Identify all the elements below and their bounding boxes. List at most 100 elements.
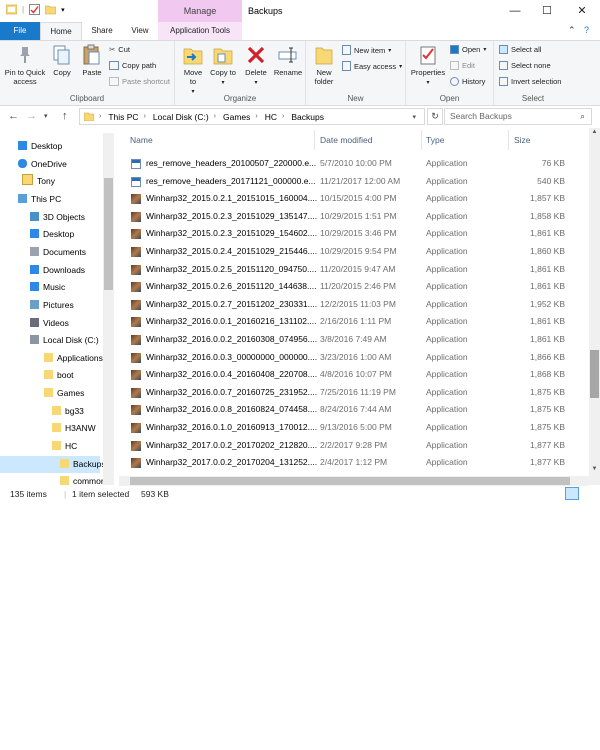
tab-share[interactable]: Share (84, 22, 120, 40)
breadcrumb-hc[interactable]: HC (265, 112, 277, 122)
column-divider[interactable] (508, 130, 509, 150)
file-row[interactable]: res_remove_headers_20100507_220000.e... 5… (127, 155, 589, 173)
sidebar-item-local-disk-c[interactable]: Local Disk (C:) (0, 332, 115, 349)
maximize-icon[interactable]: ☐ (530, 0, 564, 22)
select-all-button[interactable]: Select all (499, 45, 541, 54)
column-header-size[interactable]: Size (514, 128, 531, 152)
tab-view[interactable]: View (122, 22, 158, 40)
recent-locations-icon[interactable]: ▾ (44, 112, 48, 120)
refresh-icon[interactable]: ↻ (427, 108, 443, 125)
sidebar-item-hc[interactable]: HC (0, 438, 115, 455)
file-row[interactable]: Winharp32_2015.0.2.5_20151120_094750....… (127, 261, 589, 279)
file-row[interactable]: Winharp32_2016.0.1.0_20160913_170012....… (127, 419, 589, 437)
column-divider[interactable] (314, 130, 315, 150)
file-row[interactable]: Winharp32_2015.0.2.3_20151029_135147....… (127, 208, 589, 226)
properties-check-icon[interactable] (29, 4, 41, 15)
breadcrumb-local-disk[interactable]: Local Disk (C:) (153, 112, 209, 122)
navigation-scroll-thumb[interactable] (104, 178, 113, 290)
search-input[interactable]: Search Backups ⌕ (444, 108, 592, 125)
manage-context-tab[interactable]: Manage (158, 0, 242, 22)
file-row[interactable]: Winharp32_2015.0.2.4_20151029_215446....… (127, 243, 589, 261)
sidebar-item-boot[interactable]: boot (0, 367, 115, 384)
new-item-button[interactable]: New item ▾ (342, 45, 391, 55)
paste-button[interactable]: Paste (79, 44, 105, 77)
copy-button[interactable]: Copy (49, 44, 75, 77)
tab-home[interactable]: Home (40, 22, 82, 40)
delete-button[interactable]: Delete ▾ (243, 44, 269, 88)
breadcrumb-backups[interactable]: Backups (291, 112, 324, 122)
cut-button[interactable]: ✂ Cut (109, 45, 130, 54)
address-dropdown-icon[interactable]: ▾ (412, 113, 416, 121)
sidebar-item-backups[interactable]: Backups (0, 455, 106, 473)
rename-button[interactable]: Rename (273, 44, 303, 77)
file-row[interactable]: Winharp32_2015.0.2.1_20151015_160004....… (127, 190, 589, 208)
file-row[interactable]: Winharp32_2016.0.0.8_20160824_074458....… (127, 401, 589, 419)
open-button[interactable]: Open ▾ (450, 45, 486, 54)
new-folder-button[interactable]: New folder (310, 44, 338, 86)
sidebar-item-downloads[interactable]: Downloads (0, 262, 115, 279)
file-row[interactable]: res_remove_headers_20171121_000000.e... 1… (127, 173, 589, 191)
file-row[interactable]: Winharp32_2017.0.0.2_20170204_131252....… (127, 454, 589, 472)
file-row[interactable]: Winharp32_2016.0.0.3_00000000_000000....… (127, 349, 589, 367)
new-folder-quick-icon[interactable] (45, 4, 57, 15)
paste-shortcut-button[interactable]: Paste shortcut (109, 77, 170, 86)
file-row[interactable]: Winharp32_2016.0.0.7_20160725_231952....… (127, 384, 589, 402)
sidebar-item-music[interactable]: Music (0, 279, 115, 296)
file-row[interactable]: Winharp32_2015.0.2.6_20151120_144638....… (127, 278, 589, 296)
sidebar-item-desktop[interactable]: Desktop (0, 226, 115, 243)
sidebar-item-applications[interactable]: Applications (0, 350, 115, 367)
large-icons-view-icon[interactable] (581, 487, 595, 500)
sidebar-item-tony[interactable]: Tony (0, 173, 115, 190)
tab-application-tools[interactable]: Application Tools (158, 22, 242, 40)
copy-path-button[interactable]: Copy path (109, 61, 156, 70)
sidebar-item-this-pc[interactable]: This PC (0, 191, 115, 208)
close-icon[interactable]: ✕ (565, 0, 599, 22)
scroll-down-arrow-icon[interactable]: ▼ (589, 466, 600, 476)
sidebar-item-pictures[interactable]: Pictures (0, 297, 115, 314)
file-list-scroll-thumb[interactable] (590, 350, 599, 398)
pin-to-quick-access-button[interactable]: Pin to Quick access (3, 44, 47, 86)
help-icon[interactable]: ? (584, 25, 589, 35)
forward-arrow-icon[interactable]: → (26, 110, 37, 122)
tab-file[interactable]: File (0, 22, 40, 40)
minimize-icon[interactable]: — (498, 0, 532, 22)
invert-selection-button[interactable]: Invert selection (499, 77, 561, 86)
history-button[interactable]: History (450, 77, 485, 86)
up-arrow-icon[interactable]: ↑ (62, 110, 68, 122)
sidebar-item-h3anw[interactable]: H3ANW (0, 420, 115, 437)
sidebar-item-videos[interactable]: Videos (0, 315, 115, 332)
horizontal-scroll-thumb[interactable] (130, 477, 570, 485)
back-arrow-icon[interactable]: ← (8, 110, 19, 122)
file-list-scrollbar[interactable] (589, 128, 600, 485)
sidebar-item-commond[interactable]: commond (0, 473, 115, 485)
collapse-ribbon-icon[interactable]: ⌃ (568, 25, 576, 36)
copy-to-button[interactable]: Copy to ▾ (210, 44, 236, 88)
easy-access-button[interactable]: Easy access ▾ (342, 61, 402, 71)
breadcrumb-games[interactable]: Games (223, 112, 250, 122)
breadcrumb-this-pc[interactable]: This PC (108, 112, 138, 122)
column-header-name[interactable]: Name (130, 128, 153, 152)
file-row[interactable]: Winharp32_2016.0.0.2_20160308_074956....… (127, 331, 589, 349)
sidebar-item-onedrive[interactable]: OneDrive (0, 156, 115, 173)
sidebar-item-bg33[interactable]: bg33 (0, 403, 115, 420)
sidebar-item-documents[interactable]: Documents (0, 244, 115, 261)
column-header-date[interactable]: Date modified (320, 128, 372, 152)
file-row[interactable]: Winharp32_2016.0.0.4_20160408_220708....… (127, 366, 589, 384)
sidebar-item-3d-objects[interactable]: 3D Objects (0, 209, 115, 226)
details-view-icon[interactable] (565, 487, 579, 500)
customize-arrow-icon[interactable]: ▾ (61, 6, 65, 14)
sidebar-item-desktop[interactable]: Desktop (0, 138, 115, 155)
file-row[interactable]: Winharp32_2015.0.2.7_20151202_230331....… (127, 296, 589, 314)
address-bar[interactable]: › This PC › Local Disk (C:) › Games › HC… (79, 108, 425, 125)
file-row[interactable]: Winharp32_2015.0.2.3_20151029_154602....… (127, 225, 589, 243)
column-divider[interactable] (421, 130, 422, 150)
file-row[interactable]: Winharp32_2016.0.0.1_20160216_131102....… (127, 313, 589, 331)
column-header-type[interactable]: Type (426, 128, 444, 152)
file-row[interactable]: Winharp32_2017.0.0.2_20170202_212820....… (127, 437, 589, 455)
scroll-up-arrow-icon[interactable]: ▲ (589, 129, 600, 139)
properties-button[interactable]: Properties ▾ (409, 44, 447, 88)
edit-button[interactable]: Edit (450, 61, 475, 70)
select-none-button[interactable]: Select none (499, 61, 551, 70)
sidebar-item-games[interactable]: Games (0, 385, 115, 402)
move-to-button[interactable]: Move to ▾ (180, 44, 206, 97)
